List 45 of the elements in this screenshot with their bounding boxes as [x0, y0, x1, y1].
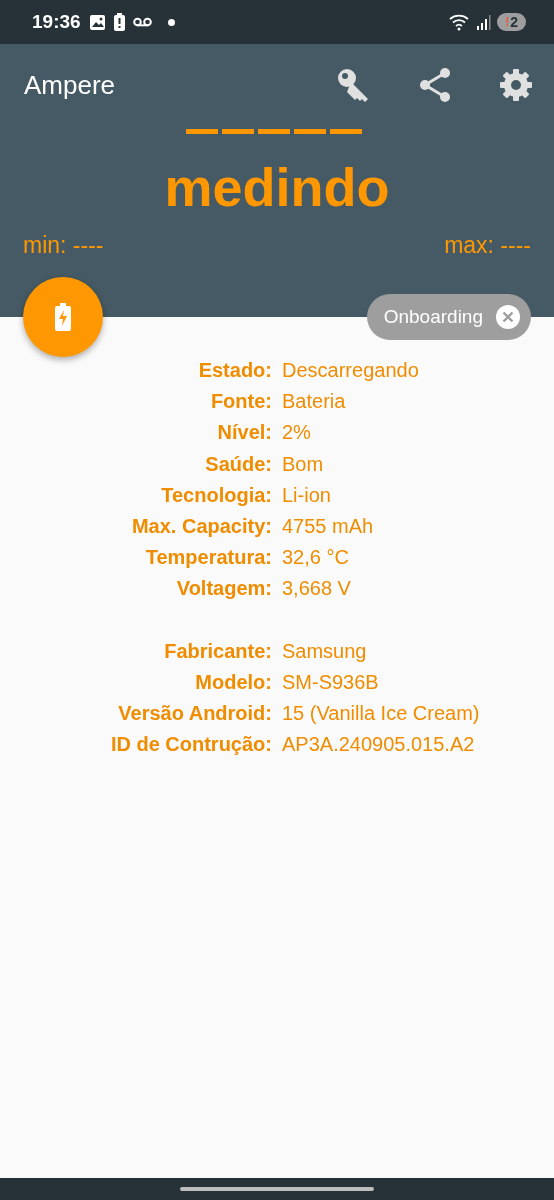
- settings-icon: [498, 67, 534, 103]
- settings-button[interactable]: [498, 67, 534, 103]
- info-label: Tecnologia:: [160, 482, 272, 508]
- max-value: max: ----: [444, 232, 531, 259]
- info-value: SM-S936B: [282, 669, 380, 695]
- info-label: Modelo:: [194, 669, 272, 695]
- info-value: Li-ion: [282, 482, 332, 508]
- info-label: Nível:: [216, 420, 272, 446]
- app-title: Ampere: [24, 69, 117, 101]
- info-value: 4755 mAh: [282, 514, 375, 539]
- info-label: Saúde:: [204, 451, 272, 477]
- battery-charging-icon: [55, 303, 71, 331]
- info-label: Temperatura:: [144, 545, 272, 571]
- info-value: 3,668 V: [282, 576, 352, 602]
- min-value: min: ----: [23, 232, 104, 259]
- notification-badge: !2: [497, 13, 526, 31]
- info-value: 32,6 °C: [282, 545, 350, 571]
- info-label: Versão Android:: [117, 701, 272, 727]
- info-value: 2%: [282, 420, 312, 446]
- share-button[interactable]: [418, 67, 452, 103]
- info-label: Fonte:: [209, 389, 272, 415]
- info-value: 15 (Vanilla Ice Cream): [282, 701, 481, 727]
- info-value: AP3A.240905.015.A2: [282, 732, 476, 758]
- meter-reading: —————: [186, 118, 368, 142]
- signal-icon: [477, 14, 492, 30]
- info-label: Max. Capacity:: [130, 514, 272, 539]
- home-handle[interactable]: [180, 1187, 374, 1191]
- info-label: Estado:: [197, 358, 272, 383]
- onboarding-chip[interactable]: Onboarding: [366, 294, 531, 340]
- info-label: Voltagem:: [175, 576, 272, 602]
- voicemail-icon: [132, 17, 152, 27]
- dot-icon: [167, 18, 175, 26]
- info-value: Descarregando: [282, 358, 420, 383]
- measuring-status: medindo: [163, 157, 391, 217]
- info-label: Fabricante:: [163, 638, 272, 664]
- image-icon: [88, 13, 106, 31]
- battery-fab[interactable]: [23, 277, 103, 357]
- close-icon: [495, 304, 521, 330]
- info-value: Bom: [282, 451, 325, 477]
- info-label: ID de Contrução:: [109, 732, 272, 758]
- info-value: Bateria: [282, 389, 347, 415]
- clock: 19:36: [32, 11, 81, 33]
- battery-alert-icon: [113, 13, 125, 31]
- info-value: Samsung: [282, 638, 368, 664]
- share-icon: [418, 67, 452, 103]
